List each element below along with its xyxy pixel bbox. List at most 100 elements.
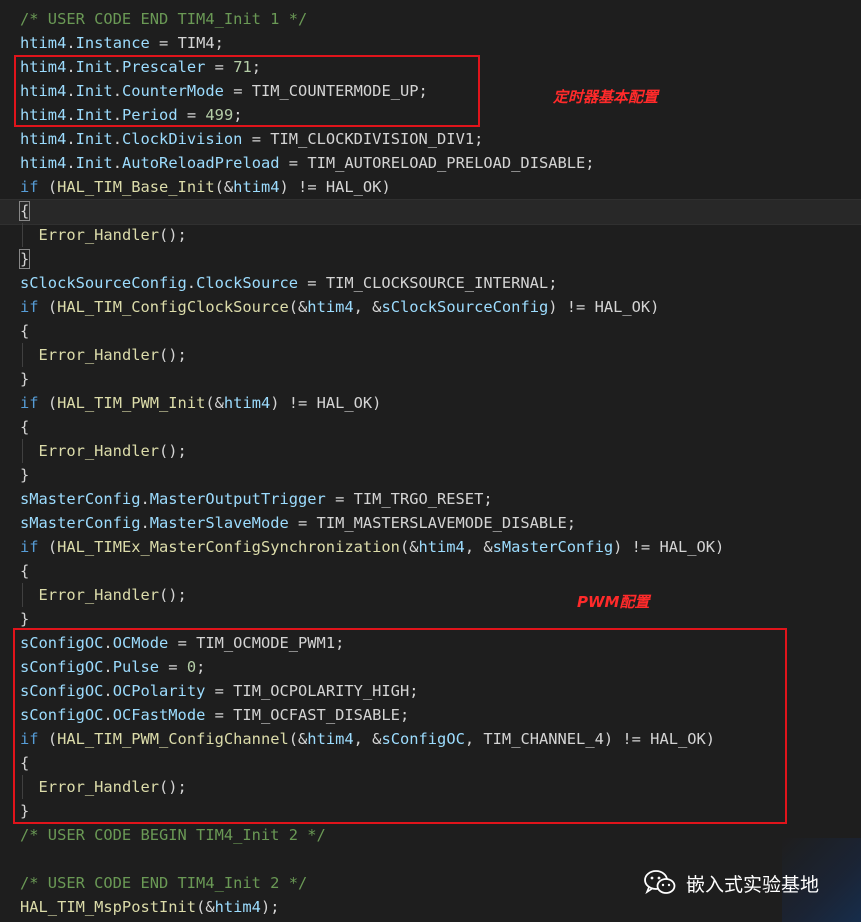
code-token: htim4: [20, 34, 67, 52]
code-line[interactable]: Error_Handler();: [20, 223, 724, 247]
code-token: ClockSource: [196, 274, 299, 292]
code-token: }: [18, 249, 31, 269]
code-line[interactable]: Error_Handler();: [20, 343, 724, 367]
code-token: HAL_TIM_MspPostInit: [20, 898, 197, 916]
code-token: (: [38, 394, 58, 412]
code-token: }: [20, 370, 30, 388]
code-line[interactable]: }: [20, 463, 724, 487]
code-token: ) != HAL_OK): [279, 178, 391, 196]
pwm-config-label: PWM配置: [577, 593, 650, 611]
code-token: ();: [159, 346, 187, 364]
pwm-config-box: [13, 628, 787, 824]
code-token: htim4: [223, 394, 271, 412]
code-token: AutoReloadPreload: [121, 154, 280, 172]
code-line[interactable]: {: [20, 319, 724, 343]
code-token: .: [112, 130, 122, 148]
code-line[interactable]: Error_Handler();: [20, 439, 724, 463]
code-token: HAL_TIM_PWM_Init: [57, 394, 206, 412]
code-line[interactable]: if (HAL_TIMEx_MasterConfigSynchronizatio…: [20, 535, 724, 559]
code-token: .: [112, 154, 122, 172]
code-line[interactable]: /* USER CODE END TIM4_Init 2 */: [20, 871, 724, 895]
code-line[interactable]: HAL_TIM_MspPostInit(&htim4);: [20, 895, 724, 919]
code-token: if: [20, 538, 39, 556]
code-line[interactable]: {: [18, 199, 724, 223]
code-token: .: [186, 274, 197, 292]
code-token: ();: [159, 226, 187, 244]
code-token: ClockDivision: [121, 130, 243, 148]
watermark-text: 嵌入式实验基地: [686, 873, 820, 896]
code-token: {: [20, 322, 30, 340]
code-line[interactable]: htim4.Init.ClockDivision = TIM_CLOCKDIVI…: [20, 127, 724, 151]
code-token: htim4: [418, 538, 465, 556]
code-token: Error_Handler: [38, 442, 160, 460]
code-line[interactable]: /* USER CODE END TIM4_Init 1 */: [20, 7, 724, 31]
code-token: (: [38, 178, 58, 196]
code-token: , &: [353, 298, 382, 316]
code-line[interactable]: }: [18, 247, 724, 271]
code-line[interactable]: sMasterConfig.MasterOutputTrigger = TIM_…: [20, 487, 724, 511]
code-editor[interactable]: /* USER CODE END TIM4_Init 1 */htim4.Ins…: [0, 0, 861, 922]
code-token: .: [66, 154, 76, 172]
code-token: (&: [214, 178, 234, 196]
code-line[interactable]: htim4.Instance = TIM4;: [20, 31, 724, 55]
code-token: ) != HAL_OK): [548, 298, 660, 316]
code-line[interactable]: }: [20, 367, 724, 391]
code-token: }: [20, 466, 30, 484]
code-line[interactable]: htim4.Init.AutoReloadPreload = TIM_AUTOR…: [20, 151, 724, 175]
code-token: = TIM_TRGO_RESET;: [325, 490, 493, 508]
code-line[interactable]: if (HAL_TIM_ConfigClockSource(&htim4, &s…: [20, 295, 724, 319]
code-token: );: [260, 898, 280, 916]
code-line[interactable]: sMasterConfig.MasterSlaveMode = TIM_MAST…: [20, 511, 724, 535]
code-token: Error_Handler: [38, 226, 160, 244]
code-token: ) != HAL_OK): [270, 394, 382, 412]
timer-base-config-label: 定时器基本配置: [553, 88, 659, 106]
code-token: {: [20, 562, 30, 580]
code-token: {: [20, 418, 30, 436]
code-line[interactable]: if (HAL_TIM_Base_Init(&htim4) != HAL_OK): [20, 175, 724, 199]
timer-base-config-box: [14, 55, 480, 127]
code-token: HAL_TIM_ConfigClockSource: [57, 298, 289, 316]
code-token: if: [20, 298, 39, 316]
code-token: .: [140, 490, 150, 508]
code-token: Error_Handler: [38, 586, 160, 604]
code-token: = TIM_MASTERSLAVEMODE_DISABLE;: [288, 514, 576, 532]
code-token: htim4: [214, 898, 261, 916]
code-token: , &: [464, 538, 493, 556]
code-token: {: [18, 201, 31, 221]
code-token: htim4: [20, 130, 67, 148]
code-line[interactable]: sClockSourceConfig.ClockSource = TIM_CLO…: [20, 271, 724, 295]
code-token: sClockSourceConfig: [20, 274, 187, 292]
code-token: }: [20, 610, 30, 628]
code-line[interactable]: [20, 847, 724, 871]
code-token: (: [38, 298, 58, 316]
code-token: sMasterConfig: [492, 538, 614, 556]
code-token: .: [140, 514, 150, 532]
code-token: = TIM_CLOCKSOURCE_INTERNAL;: [298, 274, 558, 292]
code-token: HAL_TIMEx_MasterConfigSynchronization: [57, 538, 400, 556]
code-token: ();: [159, 586, 187, 604]
code-line[interactable]: {: [20, 415, 724, 439]
code-token: if: [20, 178, 39, 196]
code-token: if: [20, 394, 39, 412]
code-token: /* USER CODE END TIM4_Init 2 */: [20, 874, 308, 892]
code-line[interactable]: {: [20, 559, 724, 583]
code-token: /* USER CODE END TIM4_Init 1 */: [20, 10, 308, 28]
code-token: ) != HAL_OK): [613, 538, 725, 556]
code-token: .: [66, 34, 76, 52]
code-token: HAL_TIM_Base_Init: [57, 178, 215, 196]
code-token: (&: [288, 298, 308, 316]
code-line[interactable]: if (HAL_TIM_PWM_Init(&htim4) != HAL_OK): [20, 391, 724, 415]
code-token: MasterSlaveMode: [149, 514, 289, 532]
code-token: Init: [75, 130, 113, 148]
code-token: MasterOutputTrigger: [149, 490, 326, 508]
code-token: sMasterConfig: [20, 514, 141, 532]
code-token: = TIM_AUTORELOAD_PRELOAD_DISABLE;: [279, 154, 595, 172]
code-token: Instance: [75, 34, 150, 52]
code-token: Init: [75, 154, 113, 172]
code-line[interactable]: /* USER CODE BEGIN TIM4_Init 2 */: [20, 823, 724, 847]
code-token: htim4: [20, 154, 67, 172]
code-token: sClockSourceConfig: [381, 298, 549, 316]
